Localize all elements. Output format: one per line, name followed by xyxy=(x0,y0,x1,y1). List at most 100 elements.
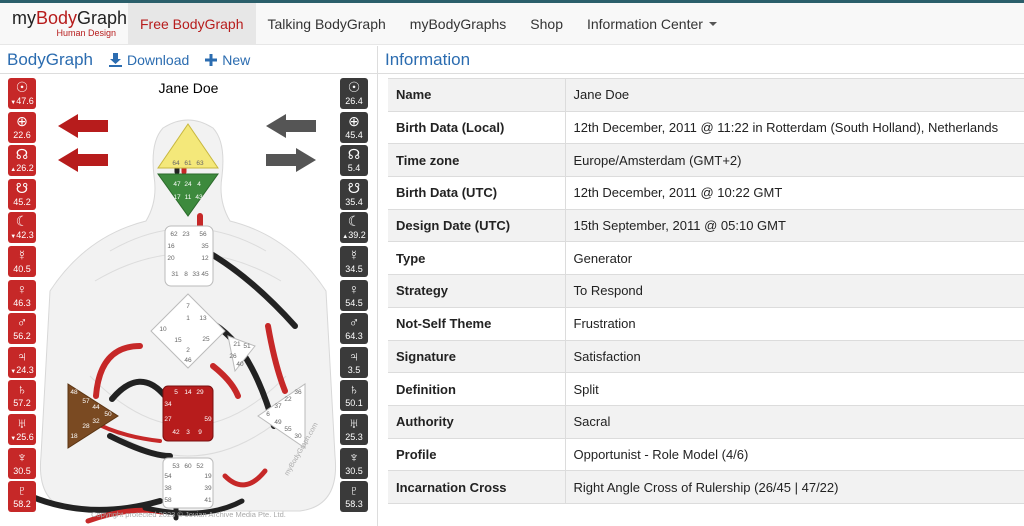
jupiter-icon: ♃ xyxy=(16,347,28,364)
moon-icon: ☾ xyxy=(15,213,29,230)
info-key: Birth Data (UTC) xyxy=(388,176,566,210)
planet-gate-value: 57.2 xyxy=(13,398,31,409)
gate-number: 45 xyxy=(201,271,209,278)
gate-number: 33 xyxy=(192,271,200,278)
brand-subtitle: Human Design xyxy=(56,28,116,38)
gate-number: 18 xyxy=(70,433,78,440)
nav-talking-bodygraph[interactable]: Talking BodyGraph xyxy=(256,3,398,44)
gate-number: 57 xyxy=(82,398,90,405)
information-title: Information xyxy=(385,49,471,69)
design-planet-uranus[interactable]: ♅ ▼25.6 xyxy=(8,413,36,445)
personality-bottom-arrow xyxy=(266,148,316,172)
design-planet-mars[interactable]: ♂ 56.2 xyxy=(8,313,36,345)
personality-planet-moon[interactable]: ☾ ▲39.2 xyxy=(340,212,368,244)
gate-number: 4 xyxy=(197,181,201,188)
info-key: Time zone xyxy=(388,143,566,177)
gate-number: 53 xyxy=(172,463,180,470)
design-planet-earth[interactable]: ⊕ 22.6 xyxy=(8,111,36,143)
gate-number: 22 xyxy=(284,396,292,403)
nav-mybodygraphs[interactable]: myBodyGraphs xyxy=(398,3,518,44)
planet-gate-value: 40.5 xyxy=(13,263,31,274)
personality-planet-pluto[interactable]: ♇ 58.3 xyxy=(340,481,368,513)
gate-number: 1 xyxy=(186,315,190,322)
info-row: Incarnation Cross Right Angle Cross of Ru… xyxy=(388,470,1024,504)
design-planet-south-node[interactable]: ☋ 45.2 xyxy=(8,178,36,210)
personality-planet-mercury[interactable]: ☿ 34.5 xyxy=(340,245,368,277)
pluto-icon: ♇ xyxy=(16,482,28,499)
moon-icon: ☾ xyxy=(347,213,361,230)
gate-number: 11 xyxy=(185,194,192,201)
planet-gate-value: 50.1 xyxy=(345,398,363,409)
design-planet-moon[interactable]: ☾ ▼42.3 xyxy=(8,212,36,244)
planet-gate-value: 56.2 xyxy=(13,331,31,342)
personality-planet-saturn[interactable]: ♄ 50.1 xyxy=(340,380,368,412)
planet-gate-value: 25.3 xyxy=(345,431,363,442)
design-planet-pluto[interactable]: ♇ 58.2 xyxy=(8,481,36,513)
personality-planet-mars[interactable]: ♂ 64.3 xyxy=(340,313,368,345)
personality-planet-north-node[interactable]: ☊ 5.4 xyxy=(340,145,368,177)
gate-number: 32 xyxy=(92,418,100,425)
design-planet-neptune[interactable]: ♆ 30.5 xyxy=(8,447,36,479)
info-key: Profile xyxy=(388,437,566,471)
design-planet-venus[interactable]: ♀ 46.3 xyxy=(8,279,36,311)
download-icon xyxy=(109,52,122,67)
planet-gate-value: ▼42.3 xyxy=(10,230,34,241)
neptune-icon: ♆ xyxy=(16,448,28,465)
design-planet-jupiter[interactable]: ♃ ▼24.3 xyxy=(8,346,36,378)
personality-planet-earth[interactable]: ⊕ 45.4 xyxy=(340,111,368,143)
info-value: Satisfaction xyxy=(565,339,1024,373)
personality-planet-sun[interactable]: ☉ 26.4 xyxy=(340,78,368,109)
mercury-icon: ☿ xyxy=(16,246,28,263)
gate-number: 17 xyxy=(173,194,181,201)
design-planet-sun[interactable]: ☉ ▼47.6 xyxy=(8,78,36,109)
planet-gate-value: 3.5 xyxy=(347,364,361,375)
info-value: Opportunist - Role Model (4/6) xyxy=(565,437,1024,471)
gate-number: 40 xyxy=(236,361,244,368)
info-key: Authority xyxy=(388,404,566,439)
personality-planet-venus[interactable]: ♀ 54.5 xyxy=(340,279,368,311)
nav-shop[interactable]: Shop xyxy=(518,3,575,44)
planet-gate-value: 34.5 xyxy=(345,263,363,274)
info-value: Right Angle Cross of Rulership (26/45 | … xyxy=(565,470,1024,504)
info-row: Birth Data (Local) 12th December, 2011 @ … xyxy=(388,110,1024,144)
nav-information-center[interactable]: Information Center xyxy=(575,3,729,44)
design-planet-north-node[interactable]: ☊ ▲26.2 xyxy=(8,145,36,177)
download-button[interactable]: Download xyxy=(109,52,189,68)
design-planet-saturn[interactable]: ♄ 57.2 xyxy=(8,380,36,412)
info-value: Sacral xyxy=(565,404,1024,439)
info-row: Signature Satisfaction xyxy=(388,339,1024,373)
planet-gate-value: 45.4 xyxy=(345,129,363,140)
info-row: Definition Split xyxy=(388,372,1024,406)
bodygraph-chart: myBodyGraph.com 64 61 63 47 24 4 17 11 43 62 23 56 1… xyxy=(0,76,377,526)
earth-icon: ⊕ xyxy=(348,112,360,129)
gate-number: 30 xyxy=(294,433,302,440)
gate-number: 34 xyxy=(164,401,172,408)
personality-planet-south-node[interactable]: ☋ 35.4 xyxy=(340,178,368,210)
nav-free-bodygraph[interactable]: Free BodyGraph xyxy=(128,3,256,44)
south-node-icon: ☋ xyxy=(15,179,29,196)
gate-number: 13 xyxy=(199,315,207,322)
gate-number: 55 xyxy=(284,426,292,433)
personality-planet-uranus[interactable]: ♅ 25.3 xyxy=(340,413,368,445)
gate-number: 20 xyxy=(167,255,175,262)
mars-icon: ♂ xyxy=(16,314,28,331)
design-planet-mercury[interactable]: ☿ 40.5 xyxy=(8,245,36,277)
personality-top-arrow xyxy=(266,114,316,138)
info-row: Birth Data (UTC) 12th December, 2011 @ 10… xyxy=(388,176,1024,210)
personality-planet-neptune[interactable]: ♆ 30.5 xyxy=(340,447,368,479)
gate-number: 47 xyxy=(173,181,181,188)
gate-number: 26 xyxy=(229,353,237,360)
info-row: Type Generator xyxy=(388,241,1024,275)
personality-planet-column: ☉ 26.4 ⊕ 45.4 ☊ 5.4 ☋ 35.4 ☾ ▲39.2 ☿ 34.5 ♀ 54.5 ♂ 64.3… xyxy=(340,78,368,515)
gate-number: 24 xyxy=(184,181,192,188)
brand-logo[interactable]: myBodyGraph Human Design xyxy=(0,3,128,44)
gate-number: 6 xyxy=(266,411,270,418)
new-button[interactable]: New xyxy=(205,52,250,68)
planet-gate-value: 54.5 xyxy=(345,297,363,308)
personality-planet-jupiter[interactable]: ♃ 3.5 xyxy=(340,346,368,378)
gate-number: 39 xyxy=(204,485,212,492)
sun-icon: ☉ xyxy=(15,79,29,95)
gate-number: 52 xyxy=(196,463,204,470)
info-key: Not-Self Theme xyxy=(388,306,566,340)
north-node-icon: ☊ xyxy=(15,146,29,163)
